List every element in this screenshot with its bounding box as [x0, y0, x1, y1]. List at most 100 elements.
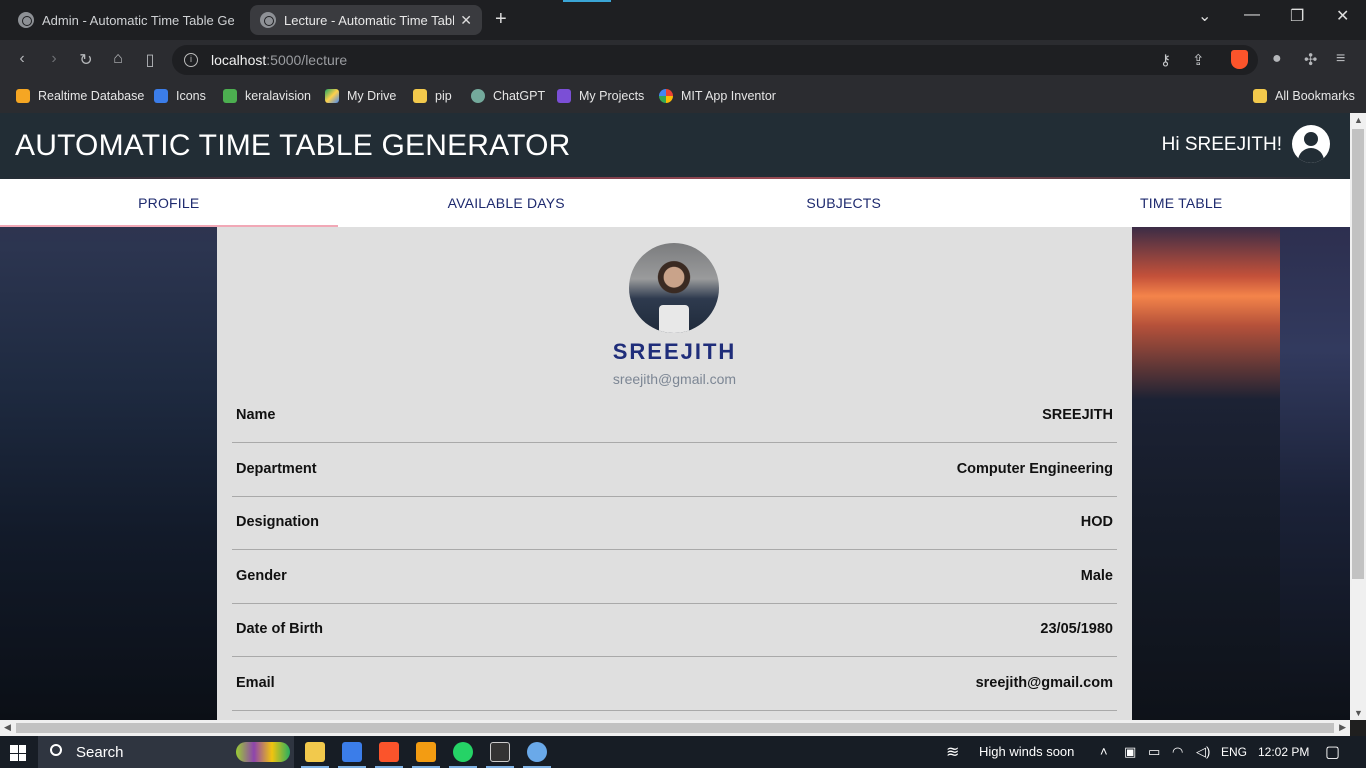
- detail-row-designation: Designation HOD: [232, 496, 1117, 550]
- drive-icon: [325, 89, 339, 103]
- browser-tab-admin[interactable]: Admin - Automatic Time Table Generator: [8, 5, 244, 35]
- bookmark-icon[interactable]: ▯: [140, 50, 160, 70]
- url-text: localhost:5000/lecture: [211, 52, 348, 68]
- scroll-up-icon[interactable]: ▲: [1354, 115, 1363, 125]
- bookmark-my-projects[interactable]: My Projects: [557, 86, 644, 106]
- address-bar[interactable]: i localhost:5000/lecture ⚷ ⇪: [172, 45, 1258, 75]
- game-app-icon[interactable]: [527, 742, 547, 762]
- projects-icon: [557, 89, 571, 103]
- search-icon: [50, 744, 62, 756]
- key-icon[interactable]: ⚷: [1160, 51, 1171, 69]
- browser-tab-lecture[interactable]: Lecture - Automatic Time Table Generator…: [250, 5, 482, 35]
- close-window-icon[interactable]: ✕: [1336, 6, 1349, 26]
- background-strip: [1280, 227, 1350, 720]
- home-icon[interactable]: ⌂: [108, 50, 128, 68]
- detail-row-date-of-birth: Date of Birth 23/05/1980: [232, 603, 1117, 657]
- account-icon[interactable]: [1292, 125, 1330, 163]
- minimize-icon[interactable]: —: [1244, 6, 1260, 24]
- scroll-thumb[interactable]: [16, 723, 1334, 733]
- all-bookmarks[interactable]: All Bookmarks: [1253, 86, 1355, 106]
- bookmark-chatgpt[interactable]: ChatGPT: [471, 86, 545, 106]
- share-icon[interactable]: ⇪: [1192, 51, 1205, 69]
- chevron-down-icon[interactable]: ⌄: [1198, 6, 1211, 26]
- tab-available-days[interactable]: AVAILABLE DAYS: [338, 179, 676, 227]
- detail-label: Gender: [236, 568, 287, 584]
- menu-icon[interactable]: ≡: [1336, 50, 1345, 68]
- extension-dot-icon[interactable]: ●: [1272, 50, 1282, 68]
- folder-icon: [413, 89, 427, 103]
- nav-tabs: PROFILE AVAILABLE DAYS SUBJECTS TIME TAB…: [0, 179, 1350, 227]
- chatgpt-icon: [471, 89, 485, 103]
- bookmark-pip[interactable]: pip: [413, 86, 452, 106]
- horizontal-scrollbar[interactable]: ◀ ▶: [0, 720, 1350, 736]
- scroll-left-icon[interactable]: ◀: [4, 722, 11, 733]
- detail-value: sreejith@gmail.com: [975, 675, 1113, 691]
- folder-icon: [1253, 89, 1267, 103]
- wind-icon[interactable]: ≋: [946, 742, 959, 762]
- tab-title: Admin - Automatic Time Table Generator: [42, 12, 234, 28]
- scroll-down-icon[interactable]: ▼: [1354, 708, 1363, 718]
- weather-text[interactable]: High winds soon: [979, 744, 1074, 759]
- tab-profile[interactable]: PROFILE: [0, 179, 338, 227]
- background-sunset: [1132, 227, 1280, 720]
- scroll-thumb[interactable]: [1352, 129, 1364, 579]
- brave-shield-icon[interactable]: [1231, 50, 1248, 69]
- tab-subjects[interactable]: SUBJECTS: [675, 179, 1013, 227]
- restore-icon[interactable]: ❐: [1290, 6, 1304, 26]
- tray-app-icon[interactable]: ▣: [1124, 744, 1136, 760]
- brave-browser-icon[interactable]: [379, 742, 399, 762]
- detail-row-department: Department Computer Engineering: [232, 443, 1117, 497]
- globe-icon: [260, 12, 276, 28]
- detail-label: Department: [236, 461, 317, 477]
- app-title: AUTOMATIC TIME TABLE GENERATOR: [15, 129, 571, 162]
- terminal-icon[interactable]: [490, 742, 510, 762]
- windows-start-icon[interactable]: [10, 745, 26, 761]
- detail-value: SREEJITH: [1042, 407, 1113, 423]
- scroll-right-icon[interactable]: ▶: [1339, 722, 1346, 733]
- tab-indicator: [563, 0, 611, 2]
- bookmark-icons[interactable]: Icons: [154, 86, 206, 106]
- detail-value: Computer Engineering: [956, 461, 1113, 477]
- site-info-icon[interactable]: i: [184, 53, 198, 67]
- detail-row-name: Name SREEJITH: [232, 389, 1117, 443]
- bookmark-keralavision[interactable]: keralavision: [223, 86, 311, 106]
- clock[interactable]: 12:02 PM: [1258, 745, 1309, 759]
- notification-icon[interactable]: ▢: [1325, 742, 1340, 762]
- detail-value: 23/05/1980: [1040, 621, 1113, 637]
- vertical-scrollbar[interactable]: ▲ ▼: [1350, 113, 1366, 720]
- page-viewport: AUTOMATIC TIME TABLE GENERATOR Hi SREEJI…: [0, 113, 1350, 720]
- volume-icon[interactable]: ◁): [1196, 744, 1210, 760]
- forward-icon[interactable]: ›: [44, 50, 64, 68]
- profile-name: SREEJITH: [612, 339, 737, 364]
- bookmark-mit-app-inventor[interactable]: MIT App Inventor: [659, 86, 776, 106]
- firebase-icon: [16, 89, 30, 103]
- chevron-up-icon[interactable]: ˄: [1100, 744, 1108, 759]
- tab-time-table[interactable]: TIME TABLE: [1013, 179, 1351, 227]
- close-tab-icon[interactable]: ✕: [460, 12, 472, 29]
- detail-row-email: Email sreejith@gmail.com: [232, 657, 1117, 711]
- keralavision-icon: [223, 89, 237, 103]
- search-label: Search: [76, 744, 124, 761]
- detail-label: Date of Birth: [236, 621, 323, 637]
- bookmark-my-drive[interactable]: My Drive: [325, 86, 396, 106]
- language-indicator[interactable]: ENG: [1221, 745, 1247, 759]
- user-greeting: Hi SREEJITH!: [1161, 134, 1282, 155]
- sublime-text-icon[interactable]: [416, 742, 436, 762]
- google-icon: [659, 89, 673, 103]
- back-icon[interactable]: ‹: [12, 50, 32, 68]
- battery-icon[interactable]: ▭: [1148, 744, 1160, 760]
- browser-toolbar: ‹ › ↻ ⌂ ▯ i localhost:5000/lecture ⚷ ⇪ ●…: [0, 40, 1366, 80]
- bookmark-realtime-database[interactable]: Realtime Database: [16, 86, 144, 106]
- taskbar-search[interactable]: Search: [38, 736, 294, 768]
- detail-value: Male: [1080, 568, 1113, 584]
- app-header: AUTOMATIC TIME TABLE GENERATOR Hi SREEJI…: [0, 113, 1350, 178]
- extensions-icon[interactable]: ✣: [1304, 50, 1317, 70]
- whatsapp-icon[interactable]: [453, 742, 473, 762]
- wifi-icon[interactable]: ◠: [1172, 744, 1183, 760]
- keyboard-app-icon[interactable]: [342, 742, 362, 762]
- profile-card: SREEJITH sreejith@gmail.com Name SREEJIT…: [217, 227, 1132, 720]
- file-explorer-icon[interactable]: [305, 742, 325, 762]
- reload-icon[interactable]: ↻: [76, 50, 96, 70]
- new-tab-icon[interactable]: +: [495, 8, 507, 31]
- detail-row-gender: Gender Male: [232, 550, 1117, 604]
